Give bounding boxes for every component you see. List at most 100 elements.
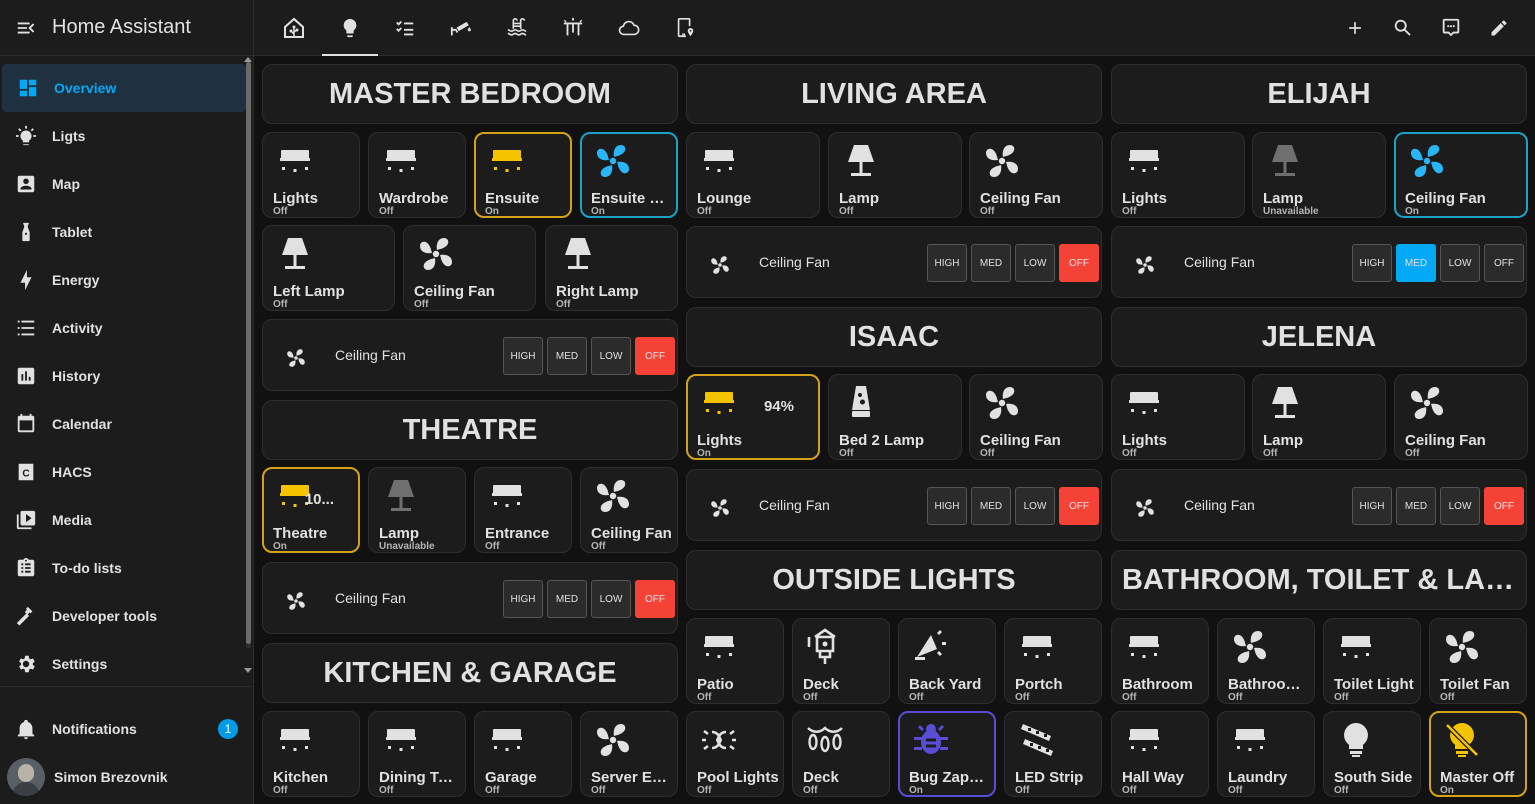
sidebar-item-developer-tools[interactable]: Developer tools [0,592,254,640]
entity-button-lamp[interactable]: Lamp Unavailable [1252,132,1386,218]
sidebar-scrollbar[interactable] [246,58,251,648]
tab-weather[interactable] [605,0,653,56]
entity-button-toilet-light[interactable]: Toilet Light Off [1323,618,1421,704]
entity-button-ceiling-fan[interactable]: Ceiling Fan On [1394,132,1528,218]
entity-button-left-lamp[interactable]: Left Lamp Off [262,225,395,311]
entity-button-patio[interactable]: Patio Off [686,618,784,704]
fan-speed-med-button[interactable]: MED [1396,244,1436,282]
sidebar-item-calendar[interactable]: Calendar [0,400,254,448]
entity-button-south-side[interactable]: South Side Off [1323,711,1421,797]
entity-button-back-yard[interactable]: Back Yard Off [898,618,996,704]
entity-button-ceiling-fan[interactable]: Ceiling Fan Off [1394,374,1528,460]
fan-speed-low-button[interactable]: LOW [1015,244,1055,282]
sidebar-item-energy[interactable]: Energy [0,256,254,304]
tab-pool[interactable] [493,0,541,56]
entity-button-led-strip[interactable]: LED Strip Off [1004,711,1102,797]
entity-button-right-lamp[interactable]: Right Lamp Off [545,225,678,311]
entity-button-lamp[interactable]: Lamp Off [828,132,962,218]
tab-lights[interactable] [322,0,378,56]
fan-speed-low-button[interactable]: LOW [1440,487,1480,525]
entity-button-lights[interactable]: Lights Off [1111,374,1245,460]
entity-button-lamp[interactable]: Lamp Off [1252,374,1386,460]
entity-button-dining-table[interactable]: Dining Table Off [368,711,466,797]
sidebar-item-map[interactable]: Map [0,160,254,208]
assist-button[interactable] [1427,4,1475,52]
entity-button-lights[interactable]: 94% Lights On [686,374,820,460]
tab-cameras[interactable] [437,0,485,56]
fan-speed-high-button[interactable]: HIGH [927,487,967,525]
entity-button-lamp[interactable]: Lamp Unavailable [368,467,466,553]
fan-speed-high-button[interactable]: HIGH [1352,487,1392,525]
scroll-up-arrow-icon[interactable] [244,57,252,62]
fan-speed-high-button[interactable]: HIGH [927,244,967,282]
entity-button-laundry[interactable]: Laundry Off [1217,711,1315,797]
fan-speed-med-button[interactable]: MED [971,487,1011,525]
menu-toggle-button[interactable] [0,0,52,56]
fan-speed-high-button[interactable]: HIGH [503,337,543,375]
entity-button-bug-zapper[interactable]: Bug Zapper On [898,711,996,797]
entity-button-deck[interactable]: Deck Off [792,618,890,704]
entity-button-kitchen[interactable]: Kitchen Off [262,711,360,797]
fan-speed-off-button[interactable]: OFF [1484,244,1524,282]
fan-speed-med-button[interactable]: MED [1396,487,1436,525]
sidebar-item-ligts[interactable]: Ligts [0,112,254,160]
entity-button-master-off[interactable]: Master Off On [1429,711,1527,797]
fan-speed-med-button[interactable]: MED [547,580,587,618]
entity-button-lights[interactable]: Lights Off [262,132,360,218]
entity-button-ensuite-fan[interactable]: Ensuite Fan On [580,132,678,218]
scroll-down-arrow-icon[interactable] [244,668,252,673]
edit-dashboard-button[interactable] [1475,4,1523,52]
tab-devices[interactable] [661,0,709,56]
entity-name: Ceiling Fan [414,283,495,300]
tab-outdoor[interactable] [549,0,597,56]
entity-button-garage[interactable]: Garage Off [474,711,572,797]
add-button[interactable] [1331,4,1379,52]
entity-button-bathroom-exhaust-fan[interactable]: Bathroom Exhaust FanOff [1217,618,1315,704]
entity-button-deck[interactable]: Deck Off [792,711,890,797]
entity-button-lights[interactable]: Lights Off [1111,132,1245,218]
fan-speed-low-button[interactable]: LOW [591,337,631,375]
fan-speed-low-button[interactable]: LOW [1015,487,1055,525]
search-button[interactable] [1379,4,1427,52]
fan-speed-off-button[interactable]: OFF [1059,487,1099,525]
fan-speed-off-button[interactable]: OFF [1059,244,1099,282]
entity-button-hall-way[interactable]: Hall Way Off [1111,711,1209,797]
tab-home[interactable] [270,0,318,56]
entity-button-wardrobe[interactable]: Wardrobe Off [368,132,466,218]
entity-button-ceiling-fan[interactable]: Ceiling Fan Off [969,132,1103,218]
entity-button-bed-2-lamp[interactable]: Bed 2 Lamp Off [828,374,962,460]
entity-button-toilet-fan[interactable]: Toilet Fan Off [1429,618,1527,704]
sidebar-item-tablet[interactable]: Tablet [0,208,254,256]
sidebar-item-history[interactable]: History [0,352,254,400]
fan-speed-off-button[interactable]: OFF [635,337,675,375]
sidebar-item-profile[interactable]: Simon Brezovnik [0,753,250,801]
tab-checklist[interactable] [381,0,429,56]
sidebar-item-activity[interactable]: Activity [0,304,254,352]
entity-button-ceiling-fan[interactable]: Ceiling Fan Off [403,225,536,311]
entity-button-server-ex-fan[interactable]: Server Ex FanOff [580,711,678,797]
entity-button-portch[interactable]: Portch Off [1004,618,1102,704]
fan-speed-med-button[interactable]: MED [547,337,587,375]
fan-speed-high-button[interactable]: HIGH [1352,244,1392,282]
fan-speed-low-button[interactable]: LOW [591,580,631,618]
sidebar-item-to-do-lists[interactable]: To-do lists [0,544,254,592]
entity-button-ensuite[interactable]: Ensuite On [474,132,572,218]
fan-icon [1230,627,1270,672]
sidebar-item-overview[interactable]: Overview [2,64,246,112]
entity-button-bathroom[interactable]: Bathroom Off [1111,618,1209,704]
fan-speed-high-button[interactable]: HIGH [503,580,543,618]
entity-button-entrance[interactable]: Entrance Off [474,467,572,553]
entity-button-ceiling-fan[interactable]: Ceiling Fan Off [969,374,1103,460]
entity-button-theatre[interactable]: 10... Theatre On [262,467,360,553]
entity-button-pool-lights[interactable]: Pool Lights Off [686,711,784,797]
sidebar-item-media[interactable]: Media [0,496,254,544]
sidebar-item-settings[interactable]: Settings [0,640,254,688]
entity-button-ceiling-fan[interactable]: Ceiling Fan Off [580,467,678,553]
sidebar-item-notifications[interactable]: Notifications 1 [0,705,250,753]
fan-speed-off-button[interactable]: OFF [635,580,675,618]
fan-speed-off-button[interactable]: OFF [1484,487,1524,525]
fan-speed-low-button[interactable]: LOW [1440,244,1480,282]
fan-speed-med-button[interactable]: MED [971,244,1011,282]
entity-button-lounge[interactable]: Lounge Off [686,132,820,218]
sidebar-item-hacs[interactable]: C HACS [0,448,254,496]
